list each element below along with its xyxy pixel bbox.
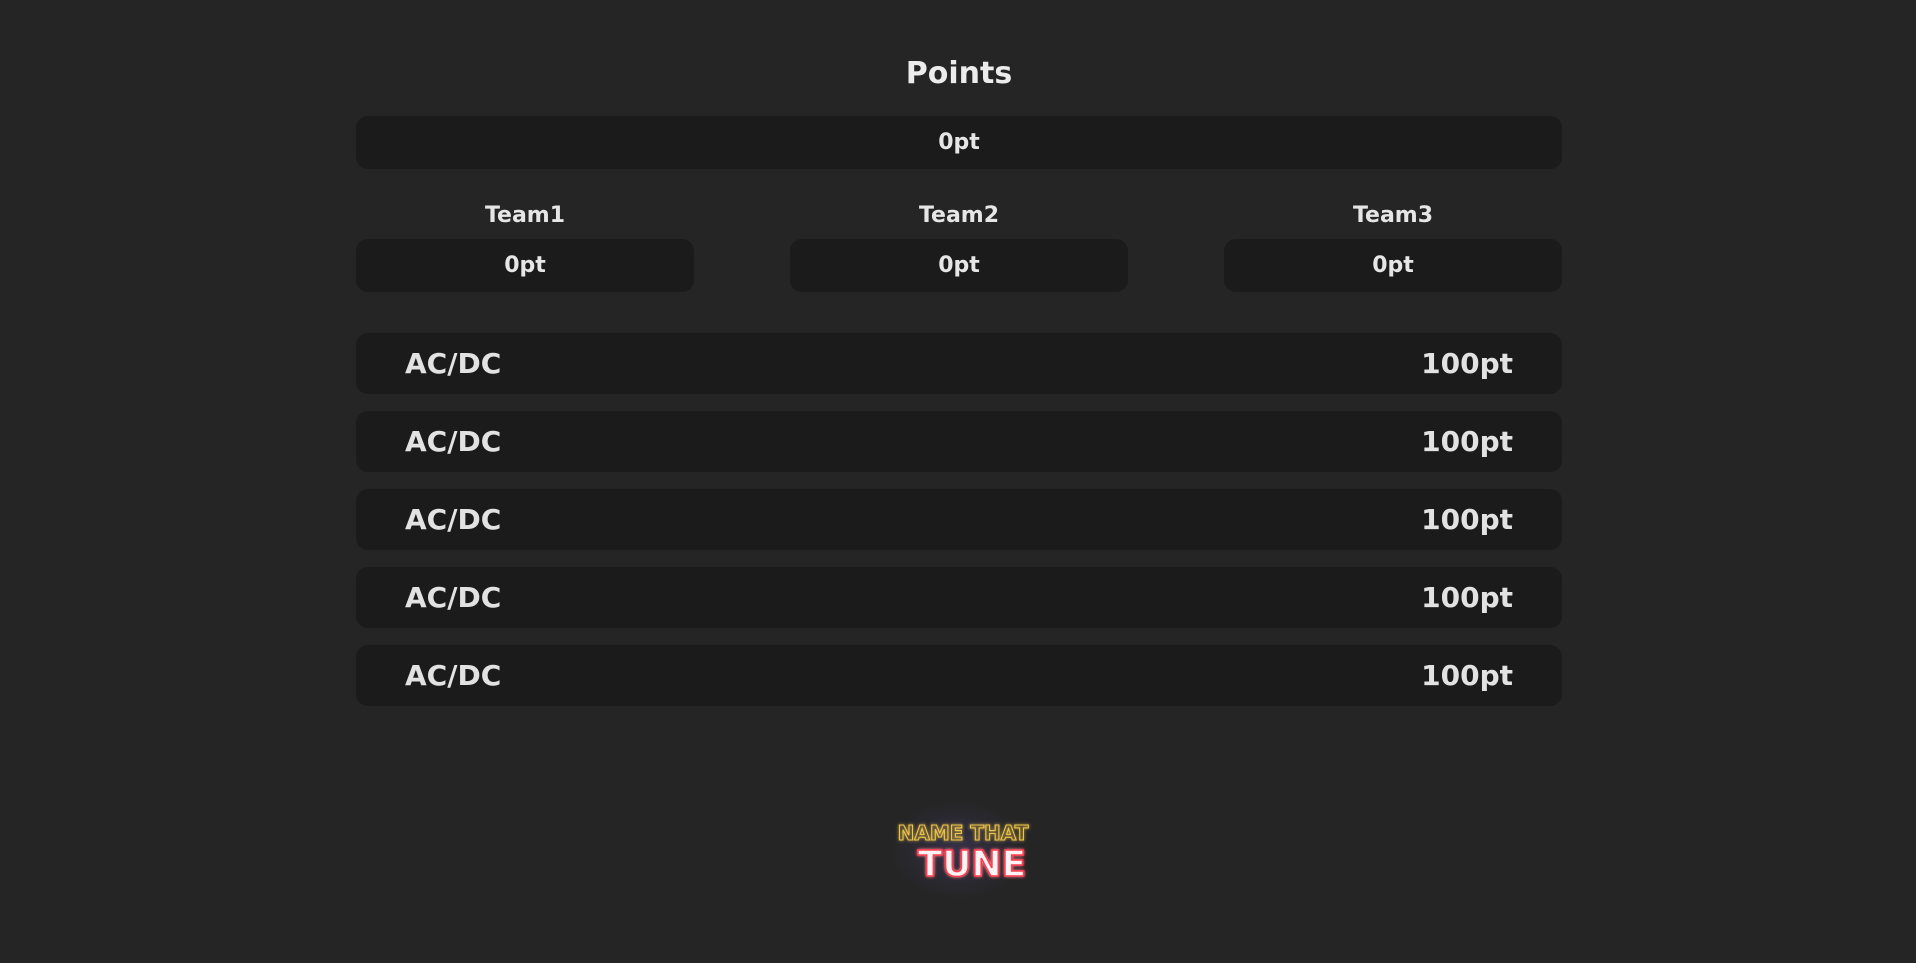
- song-artist: AC/DC: [405, 659, 502, 692]
- song-points: 100pt: [1421, 581, 1513, 614]
- name-that-tune-logo: NAME THAT TUNE: [868, 790, 1048, 910]
- team-card-3: Team3 0pt: [1224, 203, 1562, 292]
- logo-line-2: TUNE: [918, 844, 1027, 885]
- song-artist: AC/DC: [405, 347, 502, 380]
- teams-row: Team1 0pt Team2 0pt Team3 0pt: [356, 203, 1562, 292]
- song-points: 100pt: [1421, 659, 1513, 692]
- page-title: Points: [905, 56, 1013, 91]
- song-row[interactable]: AC/DC 100pt: [356, 645, 1562, 706]
- team-score: 0pt: [504, 253, 546, 278]
- song-row[interactable]: AC/DC 100pt: [356, 567, 1562, 628]
- points-page: Points 0pt Team1 0pt Team2 0pt Team3 0pt: [0, 0, 1916, 963]
- song-artist: AC/DC: [405, 503, 502, 536]
- song-row[interactable]: AC/DC 100pt: [356, 411, 1562, 472]
- team-name: Team3: [1352, 203, 1434, 228]
- points-container: Points 0pt Team1 0pt Team2 0pt Team3 0pt: [356, 0, 1562, 723]
- team-score: 0pt: [938, 253, 980, 278]
- team-card-1: Team1 0pt: [356, 203, 694, 292]
- song-artist: AC/DC: [405, 425, 502, 458]
- team-card-2: Team2 0pt: [790, 203, 1128, 292]
- logo-graphic: NAME THAT TUNE: [897, 820, 1029, 885]
- team-name: Team1: [484, 203, 566, 228]
- total-score-box: 0pt: [356, 116, 1562, 169]
- logo-line-1: NAME THAT: [898, 821, 1029, 845]
- team-score-box: 0pt: [1224, 239, 1562, 292]
- song-points: 100pt: [1421, 503, 1513, 536]
- team-score-box: 0pt: [356, 239, 694, 292]
- song-row[interactable]: AC/DC 100pt: [356, 333, 1562, 394]
- song-points: 100pt: [1421, 425, 1513, 458]
- total-score: 0pt: [938, 130, 980, 155]
- song-list: AC/DC 100pt AC/DC 100pt AC/DC 100pt AC/D…: [356, 333, 1562, 706]
- team-score: 0pt: [1372, 253, 1414, 278]
- song-artist: AC/DC: [405, 581, 502, 614]
- team-score-box: 0pt: [790, 239, 1128, 292]
- song-row[interactable]: AC/DC 100pt: [356, 489, 1562, 550]
- song-points: 100pt: [1421, 347, 1513, 380]
- team-name: Team2: [918, 203, 1000, 228]
